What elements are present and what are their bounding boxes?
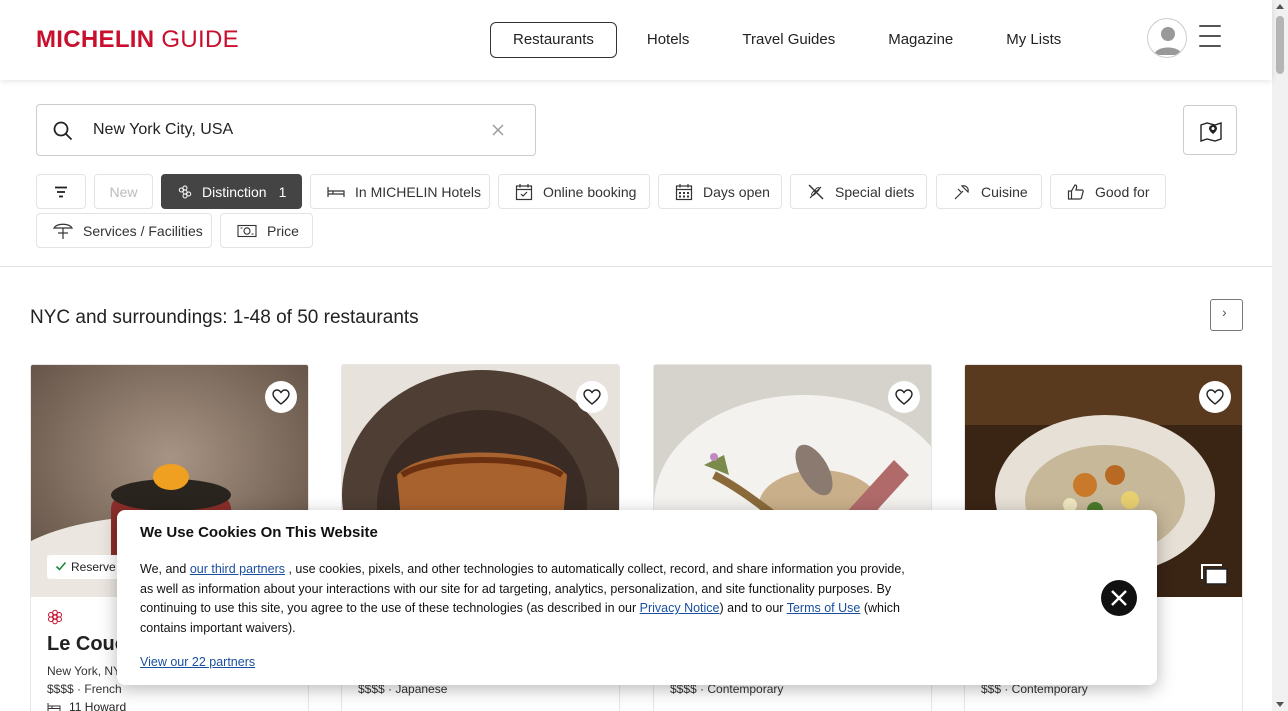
filter-services-facilities-label: Services / Facilities — [83, 222, 203, 239]
close-cookie-button[interactable] — [1101, 580, 1137, 616]
view-partners-link[interactable]: View our 22 partners — [140, 655, 255, 669]
filter-online-booking-label: Online booking — [543, 183, 637, 200]
nav-restaurants[interactable]: Restaurants — [490, 22, 617, 58]
heart-icon — [1206, 389, 1224, 405]
filter-price-label: Price — [267, 222, 299, 239]
map-view-button[interactable] — [1183, 105, 1237, 155]
filter-special-diets[interactable]: Special diets — [790, 174, 927, 209]
next-page-button[interactable]: › — [1210, 299, 1243, 331]
cookie-text: We, and — [140, 562, 190, 576]
filter-distinction-count: 1 — [278, 183, 287, 200]
terms-of-use-link[interactable]: Terms of Use — [787, 601, 861, 615]
cuisine-icon — [954, 184, 969, 199]
location-search-field[interactable]: New York City, USA — [36, 104, 536, 156]
heart-icon — [272, 389, 290, 405]
hamburger-menu-icon[interactable] — [1199, 25, 1221, 49]
cookie-title: We Use Cookies On This Website — [140, 524, 378, 541]
privacy-notice-link[interactable]: Privacy Notice — [640, 601, 720, 615]
cookie-consent-dialog: We Use Cookies On This Website We, and o… — [117, 510, 1157, 685]
umbrella-table-icon — [53, 223, 73, 239]
scroll-up-arrow-icon[interactable] — [1276, 4, 1284, 9]
calendar-grid-icon — [675, 183, 693, 200]
heart-icon — [895, 389, 913, 405]
gallery-icon[interactable] — [1200, 563, 1228, 585]
nav-hotels[interactable]: Hotels — [624, 22, 713, 58]
filter-in-michelin-hotels[interactable]: In MICHELIN Hotels — [310, 174, 490, 209]
clear-icon[interactable] — [491, 123, 505, 137]
filter-in-michelin-hotels-label: In MICHELIN Hotels — [355, 183, 482, 200]
filter-online-booking[interactable]: Online booking — [498, 174, 650, 209]
add-to-favorites-button[interactable] — [576, 381, 608, 413]
nav-travel-guides[interactable]: Travel Guides — [719, 22, 858, 58]
filter-days-open-label: Days open — [703, 183, 770, 200]
filter-new-label: New — [109, 183, 138, 200]
reserve-label: Reserve — [71, 560, 116, 574]
site-header: MICHELIN GUIDE Restaurants Hotels Travel… — [0, 0, 1272, 80]
filter-good-for-label: Good for — [1095, 183, 1150, 200]
hotel-name: 11 Howard — [69, 700, 127, 711]
nav-magazine[interactable]: Magazine — [865, 22, 976, 58]
add-to-favorites-button[interactable] — [265, 381, 297, 413]
close-icon — [1111, 590, 1127, 606]
reserve-badge[interactable]: Reserve — [47, 555, 124, 579]
heart-icon — [583, 389, 601, 405]
cookie-body: We, and our third partners , use cookies… — [140, 560, 920, 638]
sliders-icon — [55, 186, 67, 197]
add-to-favorites-button[interactable] — [1199, 381, 1231, 413]
main-nav: Restaurants Hotels Travel Guides Magazin… — [490, 22, 1091, 58]
user-avatar-icon[interactable] — [1147, 18, 1187, 58]
calendar-check-icon — [515, 183, 533, 200]
distinction-flower-icon — [178, 185, 192, 198]
filter-good-for[interactable]: Good for — [1050, 174, 1166, 209]
filter-special-diets-label: Special diets — [835, 183, 915, 200]
filter-new[interactable]: New — [94, 174, 153, 209]
michelin-star-icon — [48, 609, 62, 625]
bed-icon — [327, 186, 345, 197]
section-divider — [0, 266, 1272, 267]
scroll-down-arrow-icon[interactable] — [1276, 702, 1284, 707]
thumbs-up-icon — [1067, 183, 1084, 200]
search-input[interactable]: New York City, USA — [93, 121, 233, 139]
chevron-right-icon: › — [1222, 304, 1227, 320]
search-icon — [53, 121, 73, 141]
filter-cuisine[interactable]: Cuisine — [936, 174, 1042, 209]
filter-distinction[interactable]: Distinction 1 — [161, 174, 302, 209]
bed-icon — [47, 703, 61, 711]
nav-my-lists[interactable]: My Lists — [983, 22, 1084, 58]
page-scrollbar[interactable] — [1272, 0, 1288, 711]
filter-price[interactable]: Price — [220, 213, 313, 248]
results-title: NYC and surroundings: 1-48 of 50 restaur… — [30, 307, 419, 328]
check-icon — [55, 561, 67, 571]
filter-services-facilities[interactable]: Services / Facilities — [36, 213, 212, 248]
wheat-crossed-icon — [808, 184, 824, 199]
map-pin-icon — [1200, 122, 1222, 142]
filter-cuisine-label: Cuisine — [981, 183, 1028, 200]
filter-days-open[interactable]: Days open — [658, 174, 782, 209]
all-filters-button[interactable] — [36, 174, 86, 209]
filter-distinction-label: Distinction — [202, 183, 267, 200]
add-to-favorites-button[interactable] — [888, 381, 920, 413]
third-partners-link[interactable]: our third partners — [190, 562, 285, 576]
restaurant-hotel-link[interactable]: 11 Howard — [47, 700, 297, 711]
banknote-icon — [237, 224, 257, 237]
michelin-guide-logo[interactable]: MICHELIN GUIDE — [36, 26, 239, 54]
scrollbar-thumb[interactable] — [1276, 16, 1284, 74]
cookie-text: ) and to our — [719, 601, 787, 615]
